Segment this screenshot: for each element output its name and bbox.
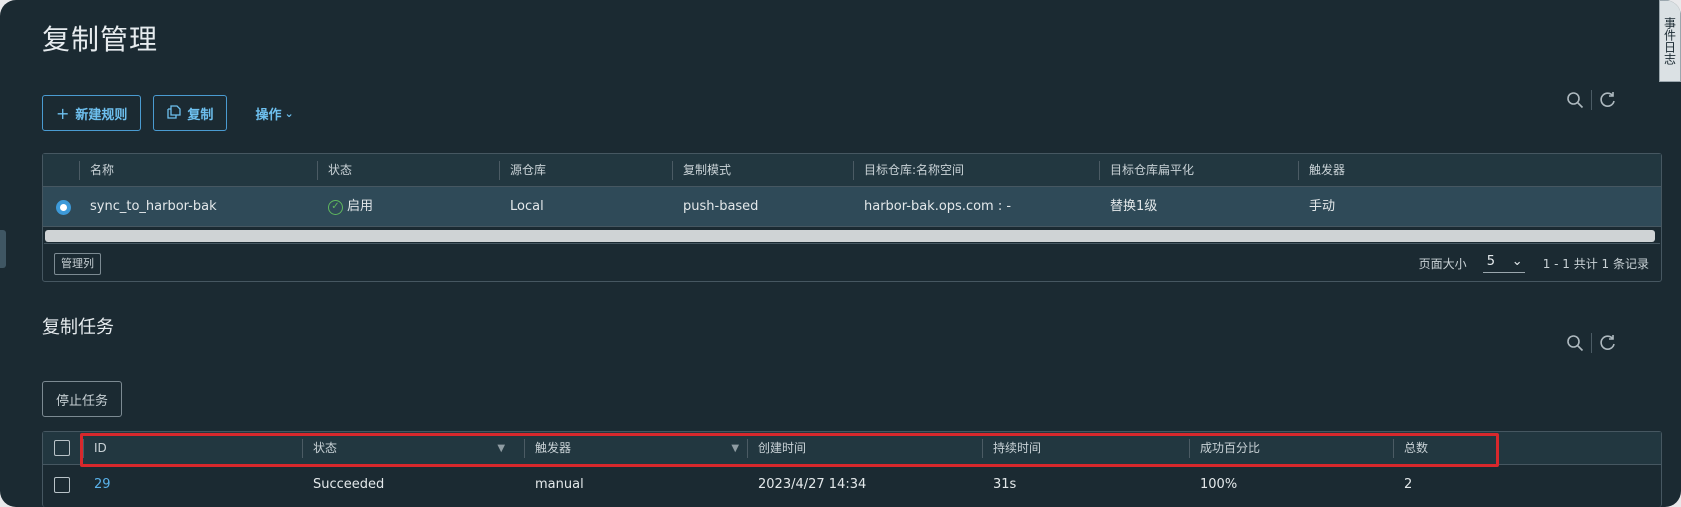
- page-size-value: 5: [1486, 254, 1495, 269]
- rule-trigger: 手动: [1309, 199, 1336, 214]
- task-trigger: manual: [535, 477, 584, 492]
- left-collapse-handle[interactable]: [0, 230, 6, 268]
- page-size-label: 页面大小: [1418, 257, 1467, 271]
- select-all-checkbox[interactable]: [54, 440, 70, 456]
- scrollbar-thumb[interactable]: [45, 230, 1655, 242]
- event-log-tab[interactable]: 事件日志: [1659, 0, 1681, 82]
- rule-target: harbor-bak.ops.com : -: [864, 199, 1012, 214]
- table-row[interactable]: sync_to_harbor-bak ✓ 启用 Local push-based…: [43, 187, 1661, 227]
- task-duration: 31s: [993, 477, 1017, 492]
- actions-label: 操作: [255, 107, 282, 123]
- task-status: Succeeded: [313, 477, 385, 492]
- refresh-icon[interactable]: [1599, 334, 1617, 352]
- tasks-title: 复制任务: [42, 317, 114, 338]
- pagination-summary: 1 - 1 共计 1 条记录: [1542, 257, 1649, 271]
- rule-name: sync_to_harbor-bak: [90, 199, 217, 214]
- tasks-toolbar: 停止任务: [42, 381, 134, 417]
- new-rule-label: 新建规则: [75, 107, 128, 123]
- tools-divider: [1591, 333, 1592, 353]
- row-radio[interactable]: [56, 200, 71, 215]
- rules-toolbar: + 新建规则 复制 操作 ⌄: [42, 95, 294, 131]
- new-rule-button[interactable]: + 新建规则: [42, 95, 142, 131]
- rules-tools: [1566, 90, 1617, 110]
- task-created: 2023/4/27 14:34: [758, 477, 867, 492]
- col-target[interactable]: 目标仓库:名称空间: [852, 154, 964, 187]
- col-name[interactable]: 名称: [78, 154, 114, 187]
- col-trigger[interactable]: 触发器: [1297, 154, 1345, 187]
- col-mode[interactable]: 复制模式: [671, 154, 731, 187]
- refresh-icon[interactable]: [1599, 91, 1617, 109]
- copy-button[interactable]: 复制: [153, 95, 228, 131]
- tasks-tools: [1566, 333, 1617, 353]
- table-row[interactable]: 29 Succeeded manual 2023/4/27 14:34 31s …: [43, 465, 1661, 505]
- task-total: 2: [1404, 477, 1413, 492]
- plus-icon: +: [56, 103, 70, 123]
- copy-label: 复制: [187, 107, 214, 123]
- rule-mode: push-based: [683, 199, 759, 214]
- chevron-down-icon: ⌄: [1511, 254, 1523, 269]
- pagination: 页面大小 5 ⌄ 1 - 1 共计 1 条记录: [1419, 245, 1649, 282]
- page-size-select[interactable]: 5 ⌄: [1482, 254, 1525, 273]
- copy-icon: [167, 104, 182, 123]
- highlight-box: [80, 433, 1499, 467]
- search-icon[interactable]: [1566, 334, 1584, 352]
- actions-dropdown[interactable]: 操作 ⌄: [255, 104, 293, 123]
- manage-columns-button[interactable]: 管理列: [54, 253, 101, 275]
- col-flatten[interactable]: 目标仓库扁平化: [1098, 154, 1194, 187]
- rules-footer: 管理列 页面大小 5 ⌄ 1 - 1 共计 1 条记录: [43, 245, 1661, 282]
- col-status[interactable]: 状态: [316, 154, 352, 187]
- search-icon[interactable]: [1566, 91, 1584, 109]
- stop-task-button[interactable]: 停止任务: [42, 381, 123, 417]
- page-title: 复制管理: [42, 23, 159, 56]
- chevron-down-icon: ⌄: [284, 106, 294, 120]
- task-id-link[interactable]: 29: [94, 465, 111, 505]
- rule-flatten: 替换1级: [1110, 199, 1158, 214]
- rule-status-text: 启用: [347, 199, 374, 214]
- check-circle-icon: ✓: [328, 199, 343, 215]
- tools-divider: [1591, 90, 1592, 110]
- rules-header-row: 名称 状态 源仓库 复制模式 目标仓库:名称空间 目标仓库扁平化 触发器: [43, 154, 1661, 187]
- replication-rules-grid: 名称 状态 源仓库 复制模式 目标仓库:名称空间 目标仓库扁平化 触发器 syn…: [42, 153, 1662, 282]
- rule-source: Local: [510, 199, 544, 214]
- horizontal-scrollbar[interactable]: [44, 228, 1660, 244]
- task-success: 100%: [1200, 477, 1238, 492]
- rule-status: ✓ 启用: [328, 187, 373, 227]
- app-frame: 事件日志 复制管理 + 新建规则 复制 操作 ⌄ 名称 状态 源仓库 复制模式 …: [0, 0, 1681, 507]
- col-source[interactable]: 源仓库: [498, 154, 546, 187]
- row-checkbox[interactable]: [54, 477, 70, 493]
